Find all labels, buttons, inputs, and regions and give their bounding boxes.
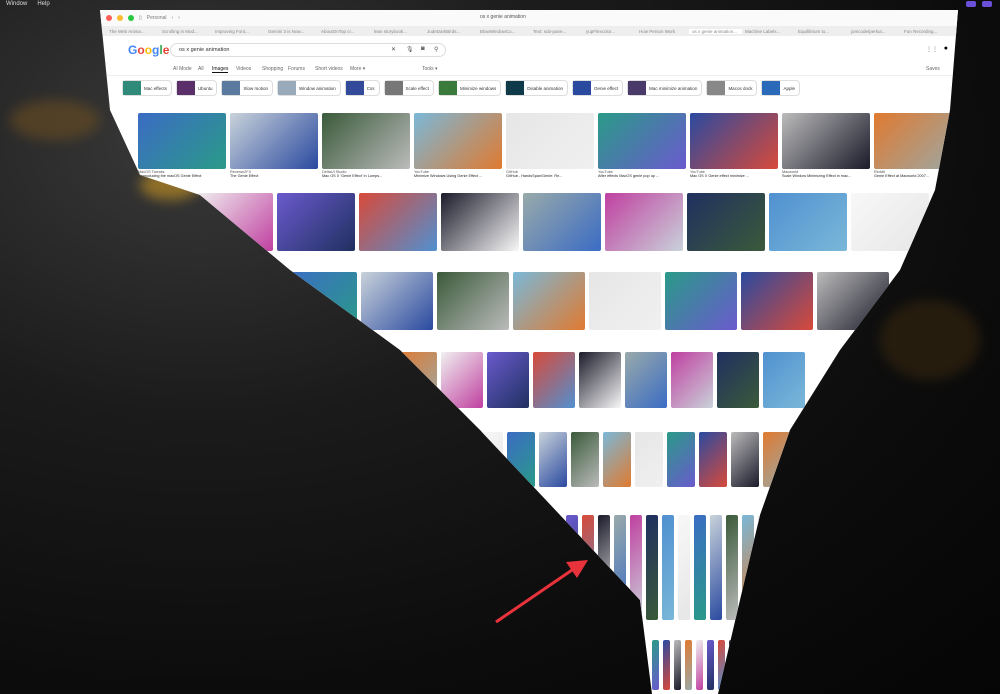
red-arrow-annotation: [495, 560, 588, 624]
arrow-head: [566, 560, 588, 578]
arrow-shaft: [495, 566, 576, 624]
